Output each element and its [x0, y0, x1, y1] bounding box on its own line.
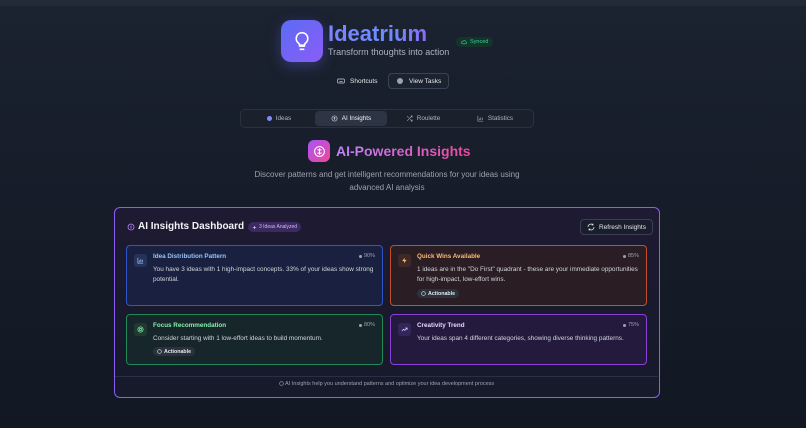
- sparkle-icon: [252, 224, 257, 230]
- view-tasks-button[interactable]: View Tasks: [388, 73, 450, 89]
- tab-ai-insights-label: AI Insights: [341, 115, 372, 122]
- confidence-value: 80%: [363, 322, 375, 328]
- brain-icon: [127, 223, 135, 231]
- main-tabs: Ideas AI Insights Roulette Statistics: [240, 109, 534, 128]
- dot-icon: [622, 323, 626, 327]
- confidence-value: 90%: [363, 253, 375, 259]
- insight-card-text: You have 3 ideas with 1 high-impact conc…: [153, 266, 374, 283]
- actionable-label: Actionable: [428, 290, 456, 297]
- tab-ideas-label: Ideas: [275, 115, 292, 122]
- section-title: AI-Powered Insights: [336, 143, 471, 159]
- dot-icon: [358, 254, 362, 258]
- top-bar: [0, 0, 806, 6]
- tab-ai-insights[interactable]: AI Insights: [315, 111, 387, 126]
- ideas-analyzed-badge: 3 Ideas Analyzed: [248, 222, 302, 232]
- keyboard-icon: [337, 77, 345, 85]
- insight-card-creativity: Creativity Trend 75% Your ideas span 4 d…: [390, 314, 647, 365]
- footnote-text: AI Insights help you understand patterns…: [285, 381, 495, 387]
- confidence-score: 85%: [622, 253, 639, 259]
- actionable-badge: Actionable: [153, 347, 196, 356]
- confidence-score: 90%: [358, 253, 375, 259]
- section-icon: [308, 140, 330, 162]
- sync-status-label: Synced: [470, 39, 489, 45]
- shuffle-icon: [406, 115, 413, 122]
- trending-up-icon: [398, 323, 411, 336]
- bar-chart-icon: [477, 115, 484, 122]
- bar-chart-icon: [134, 254, 147, 267]
- cloud-check-icon: [461, 39, 467, 45]
- info-icon: [279, 381, 284, 386]
- refresh-insights-button[interactable]: Refresh Insights: [580, 219, 653, 235]
- actionable-label: Actionable: [164, 348, 192, 355]
- insight-card-title: Quick Wins Available: [417, 253, 481, 260]
- insight-card-title: Focus Recommendation: [153, 322, 227, 329]
- shortcuts-label: Shortcuts: [350, 77, 378, 85]
- tab-ideas[interactable]: Ideas: [243, 111, 315, 126]
- insight-card-focus: Focus Recommendation 80% Consider starti…: [126, 314, 383, 365]
- shortcuts-button[interactable]: Shortcuts: [330, 73, 384, 89]
- target-icon: [134, 323, 147, 336]
- tab-statistics[interactable]: Statistics: [459, 111, 531, 126]
- confidence-score: 75%: [622, 322, 639, 328]
- insight-card-quick-wins: Quick Wins Available 85% 1 ideas are in …: [390, 245, 647, 306]
- view-tasks-label: View Tasks: [409, 77, 442, 85]
- confidence-value: 85%: [627, 253, 639, 259]
- lightbulb-icon: [292, 31, 312, 51]
- insight-card-title: Idea Distribution Pattern: [153, 253, 227, 260]
- insight-card-title: Creativity Trend: [417, 322, 465, 329]
- dot-icon: [622, 254, 626, 258]
- brain-icon: [331, 115, 338, 122]
- insight-card-text: Consider starting with 1 low-effort idea…: [153, 335, 323, 342]
- ideas-analyzed-label: 3 Ideas Analyzed: [259, 224, 298, 230]
- insight-card-text: 1 ideas are in the "Do First" quadrant -…: [417, 266, 638, 283]
- confidence-value: 75%: [627, 322, 639, 328]
- app-tagline: Transform thoughts into action: [328, 47, 450, 57]
- check-circle-icon: [421, 291, 426, 296]
- insight-card-text: Your ideas span 4 different categories, …: [417, 335, 624, 342]
- actionable-badge: Actionable: [417, 289, 460, 298]
- app-brand: Ideatrium: [328, 21, 428, 46]
- dot-icon: [358, 323, 362, 327]
- logo: [281, 20, 323, 62]
- tasks-icon: [396, 77, 404, 85]
- brain-icon: [313, 145, 326, 158]
- insight-card-distribution: Idea Distribution Pattern 90% You have 3…: [126, 245, 383, 306]
- lightning-icon: [398, 254, 411, 267]
- refresh-insights-label: Refresh Insights: [599, 223, 646, 231]
- refresh-icon: [587, 223, 595, 231]
- tab-roulette-label: Roulette: [416, 115, 441, 122]
- dot-icon: [266, 116, 272, 121]
- dashboard-footnote: AI Insights help you understand patterns…: [115, 376, 658, 387]
- insights-dashboard: AI Insights Dashboard 3 Ideas Analyzed R…: [114, 207, 660, 398]
- tab-statistics-label: Statistics: [487, 115, 514, 122]
- section-description: Discover patterns and get intelligent re…: [254, 170, 520, 192]
- dashboard-title: AI Insights Dashboard: [138, 221, 245, 232]
- tab-roulette[interactable]: Roulette: [387, 111, 459, 126]
- check-circle-icon: [157, 349, 162, 354]
- confidence-score: 80%: [358, 322, 375, 328]
- sync-status-badge: Synced: [456, 37, 494, 47]
